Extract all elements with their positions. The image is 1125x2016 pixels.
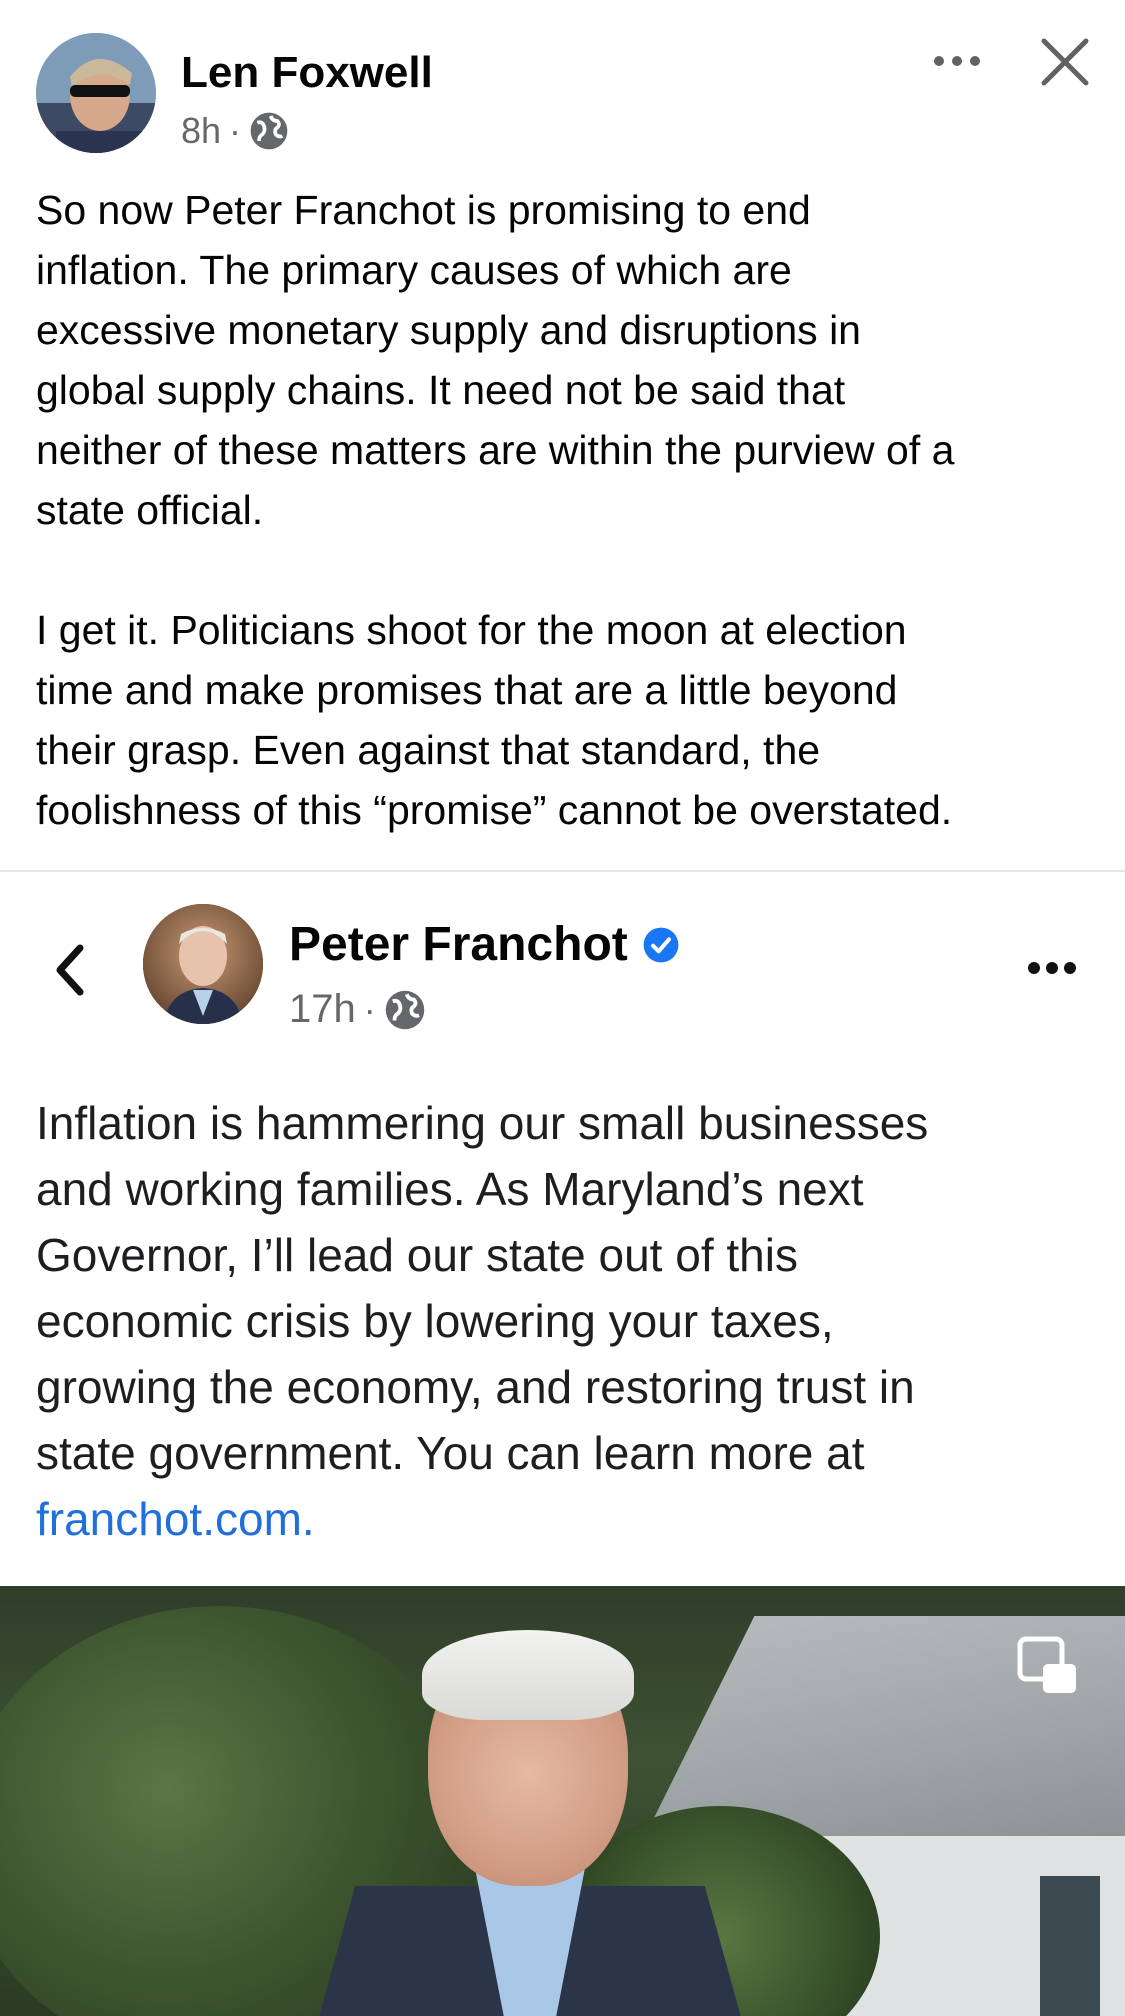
more-options-icon[interactable]: [1026, 958, 1078, 978]
background-house-window: [1040, 1876, 1100, 2016]
shared-text-line: economic crisis by lowering your taxes,: [36, 1295, 834, 1347]
globe-icon: [385, 990, 424, 1029]
avatar-photo: [143, 904, 263, 1024]
shared-text-line: Inflation is hammering our small busines…: [36, 1097, 929, 1149]
post-view: Len Foxwell 8h · So now Peter Franchot i…: [0, 0, 1125, 2016]
avatar-photo: [36, 33, 156, 153]
shared-post-body: Inflation is hammering our small busines…: [36, 1090, 1096, 1552]
meta-separator: ·: [229, 110, 242, 151]
picture-in-picture-icon[interactable]: [1017, 1636, 1079, 1696]
more-options-icon[interactable]: [930, 46, 984, 76]
post-paragraph: I get it. Politicians shoot for the moon…: [36, 607, 953, 833]
post-body: So now Peter Franchot is promising to en…: [36, 180, 1096, 840]
meta-separator: ·: [363, 988, 376, 1030]
close-icon[interactable]: [1039, 36, 1091, 88]
author-name[interactable]: Len Foxwell: [181, 48, 433, 98]
shared-text-line: growing the economy, and restoring trust…: [36, 1361, 915, 1413]
post-time[interactable]: 8h: [181, 110, 221, 152]
verified-badge-icon: [643, 927, 679, 962]
shared-author-avatar[interactable]: [143, 904, 263, 1024]
chevron-left-icon[interactable]: [50, 940, 90, 1000]
post-header: Len Foxwell 8h ·: [0, 0, 1125, 170]
video-speaker: [300, 1630, 760, 2016]
globe-icon: [250, 112, 288, 150]
shared-post-meta: 17h ·: [289, 987, 426, 1032]
shared-author-name[interactable]: Peter Franchot: [289, 917, 628, 972]
shared-text-line: Governor, I’ll lead our state out of thi…: [36, 1229, 798, 1281]
shared-text-line: state government. You can learn more at: [36, 1427, 865, 1479]
website-link[interactable]: franchot.com.: [36, 1493, 315, 1545]
video-thumbnail[interactable]: [0, 1586, 1125, 2016]
post-paragraph: So now Peter Franchot is promising to en…: [36, 187, 955, 533]
shared-author-row: Peter Franchot: [289, 917, 680, 972]
post-meta: 8h ·: [181, 110, 289, 152]
speaker-hair: [422, 1630, 634, 1720]
shared-post-time[interactable]: 17h: [289, 987, 356, 1032]
author-avatar[interactable]: [36, 33, 156, 153]
shared-text-line: and working families. As Maryland’s next: [36, 1163, 864, 1215]
